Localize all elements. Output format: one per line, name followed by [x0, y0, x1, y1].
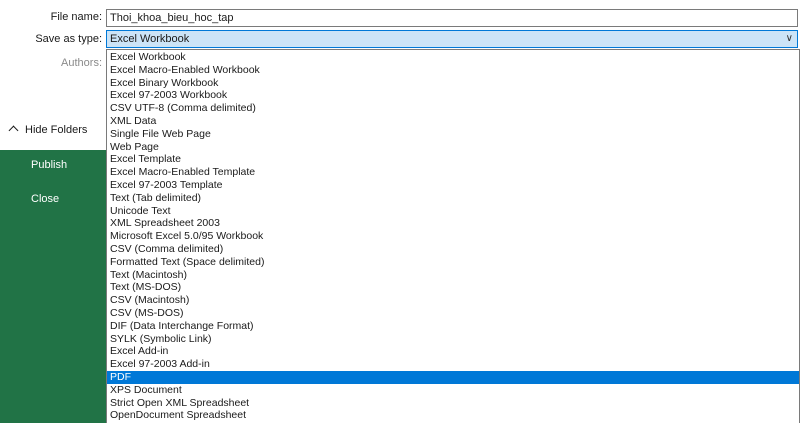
file-type-option[interactable]: CSV (MS-DOS)	[107, 307, 799, 320]
file-name-label: File name:	[50, 11, 102, 23]
backstage-nav: Publish Close	[0, 150, 106, 423]
file-type-option[interactable]: Microsoft Excel 5.0/95 Workbook	[107, 230, 799, 243]
file-type-option[interactable]: Excel 97-2003 Workbook	[107, 89, 799, 102]
file-type-option[interactable]: CSV UTF-8 (Comma delimited)	[107, 102, 799, 115]
file-type-option[interactable]: Web Page	[107, 141, 799, 154]
file-type-option[interactable]: Excel Macro-Enabled Template	[107, 166, 799, 179]
file-type-option[interactable]: XML Data	[107, 115, 799, 128]
file-type-option[interactable]: Text (MS-DOS)	[107, 281, 799, 294]
save-as-type-value: Excel Workbook	[110, 33, 190, 45]
file-type-option[interactable]: Excel Template	[107, 153, 799, 166]
file-type-option[interactable]: CSV (Macintosh)	[107, 294, 799, 307]
file-type-option[interactable]: Strict Open XML Spreadsheet	[107, 397, 799, 410]
authors-label: Authors:	[61, 57, 102, 69]
file-name-input[interactable]: Thoi_khoa_bieu_hoc_tap	[106, 9, 798, 27]
file-type-option[interactable]: PDF	[107, 370, 799, 384]
file-type-option[interactable]: Text (Macintosh)	[107, 269, 799, 282]
file-type-option[interactable]: XML Spreadsheet 2003	[107, 217, 799, 230]
file-type-option[interactable]: Excel 97-2003 Add-in	[107, 358, 799, 371]
file-type-option[interactable]: DIF (Data Interchange Format)	[107, 320, 799, 333]
file-type-option[interactable]: Excel Add-in	[107, 345, 799, 358]
chevron-down-icon[interactable]: ∨	[786, 31, 793, 47]
file-type-option[interactable]: CSV (Comma delimited)	[107, 243, 799, 256]
file-type-option[interactable]: Excel Macro-Enabled Workbook	[107, 64, 799, 77]
file-type-option[interactable]: Unicode Text	[107, 205, 799, 218]
file-type-option[interactable]: SYLK (Symbolic Link)	[107, 333, 799, 346]
nav-close[interactable]: Close	[31, 193, 59, 205]
nav-publish[interactable]: Publish	[31, 159, 67, 171]
file-type-dropdown-list[interactable]: Excel Workbook Excel Macro-Enabled Workbo…	[106, 49, 800, 423]
save-as-type-label: Save as type:	[35, 33, 102, 45]
hide-folders-button[interactable]: Hide Folders	[8, 124, 88, 136]
chevron-up-icon	[8, 125, 19, 136]
file-type-option[interactable]: Text (Tab delimited)	[107, 192, 799, 205]
file-type-option[interactable]: XPS Document	[107, 384, 799, 397]
file-name-value: Thoi_khoa_bieu_hoc_tap	[110, 12, 234, 24]
file-type-option[interactable]: Excel 97-2003 Template	[107, 179, 799, 192]
file-type-option[interactable]: Excel Workbook	[107, 51, 799, 64]
file-type-option[interactable]: Single File Web Page	[107, 128, 799, 141]
file-type-option[interactable]: Formatted Text (Space delimited)	[107, 256, 799, 269]
file-type-option[interactable]: Excel Binary Workbook	[107, 77, 799, 90]
hide-folders-label: Hide Folders	[25, 124, 88, 136]
save-as-type-select[interactable]: Excel Workbook ∨	[106, 30, 798, 48]
file-type-option[interactable]: OpenDocument Spreadsheet	[107, 409, 799, 422]
